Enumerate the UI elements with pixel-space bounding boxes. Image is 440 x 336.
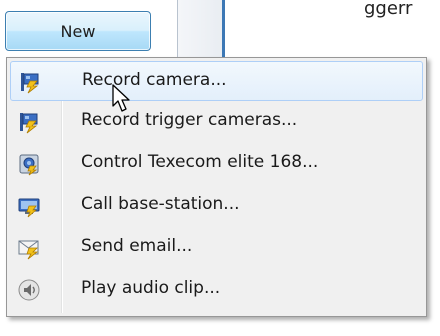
splitter-bar[interactable] [222,0,225,60]
menu-item-label: Record trigger cameras... [81,110,298,130]
camera-record-icon [21,73,39,94]
new-action-menu: Record camera... Record trigger cameras.… [6,57,427,317]
menu-item-record-trigger-cameras[interactable]: Record trigger cameras... [10,102,423,142]
alarm-panel-icon [19,154,39,176]
background-text: ggerr [364,0,413,19]
new-button[interactable]: New [5,11,151,51]
new-button-label: New [60,21,96,41]
menu-item-call-base-station[interactable]: Call base-station... [10,186,423,226]
menu-item-send-email[interactable]: Send email... [10,228,423,268]
menu-item-label: Record camera... [82,70,227,90]
menu-item-play-audio-clip[interactable]: Play audio clip... [10,270,423,310]
base-station-icon [18,198,40,218]
menu-item-record-camera[interactable]: Record camera... [10,61,423,101]
menu-item-label: Call base-station... [81,194,240,214]
menu-item-label: Control Texecom elite 168... [81,152,319,172]
splitter-strip[interactable] [178,0,222,60]
trigger-cameras-icon [20,113,38,134]
menu-item-label: Send email... [81,236,193,256]
speaker-icon [18,279,40,301]
menu-item-control-texecom[interactable]: Control Texecom elite 168... [10,144,423,184]
menu-item-label: Play audio clip... [81,278,221,298]
email-icon [18,240,39,260]
